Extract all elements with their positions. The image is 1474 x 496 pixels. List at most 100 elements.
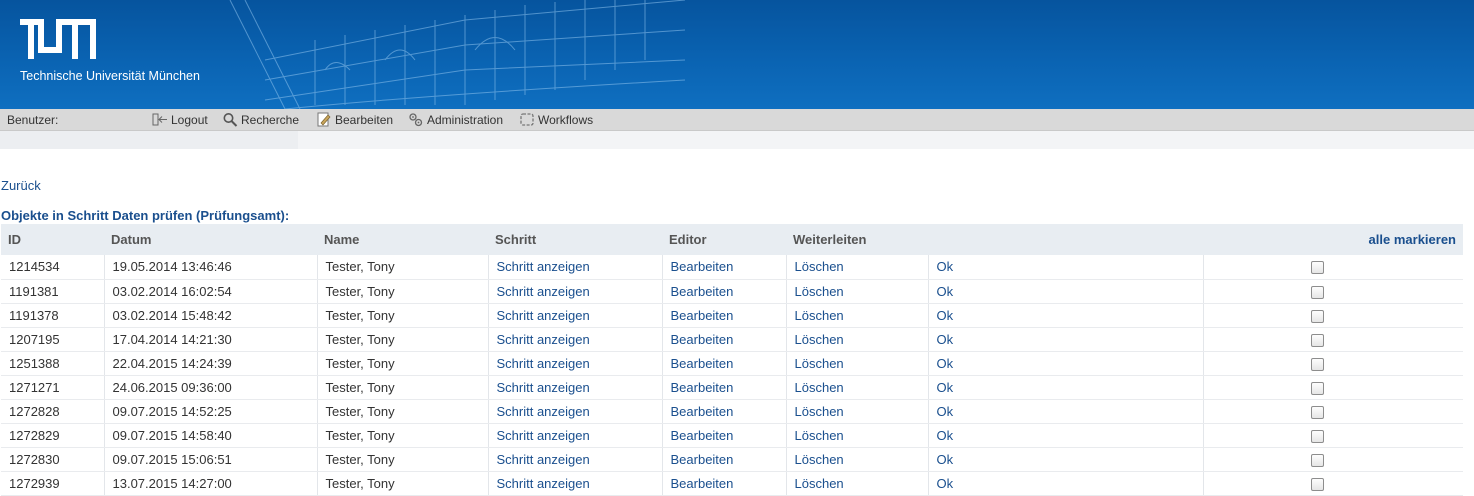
col-header-datum: Datum [104, 224, 317, 255]
table-cell: Tester, Tony [317, 375, 489, 400]
show-step-link[interactable]: Schritt anzeigen [497, 259, 590, 274]
table-row: 1272830 09.07.2015 15:06:51 Tester, Tony Sc… [1, 447, 1463, 472]
cell-id: 1272939 [9, 475, 60, 491]
table-cell: 1272830 [1, 447, 105, 472]
menu-administration[interactable]: Administration [408, 112, 503, 127]
cell-name: Tester, Tony [325, 379, 395, 395]
table-cell [1203, 279, 1463, 304]
back-link[interactable]: Zurück [1, 178, 41, 193]
table-cell [1203, 399, 1463, 424]
ok-link[interactable]: Ok [937, 452, 954, 467]
edit-link[interactable]: Bearbeiten [671, 259, 734, 274]
menu-logout[interactable]: Logout [152, 112, 208, 127]
table-row: 1207195 17.04.2014 14:21:30 Tester, Tony Sc… [1, 327, 1463, 352]
cell-date: 24.06.2015 09:36:00 [112, 379, 232, 395]
table-cell: Ok [928, 255, 1204, 280]
table-row: 1214534 19.05.2014 13:46:46 Tester, Tony Sc… [1, 255, 1463, 280]
table-cell: Bearbeiten [662, 303, 787, 328]
table-cell: Ok [928, 423, 1204, 448]
row-checkbox[interactable] [1310, 261, 1324, 275]
row-checkbox[interactable] [1310, 453, 1324, 467]
edit-link[interactable]: Bearbeiten [671, 476, 734, 491]
edit-link[interactable]: Bearbeiten [671, 356, 734, 371]
search-icon [223, 113, 238, 127]
delete-link[interactable]: Löschen [795, 404, 844, 419]
delete-link[interactable]: Löschen [795, 284, 844, 299]
table-cell [1203, 255, 1463, 280]
row-checkbox[interactable] [1310, 285, 1324, 299]
table-cell: Ok [928, 399, 1204, 424]
table-cell: Bearbeiten [662, 375, 787, 400]
ok-link[interactable]: Ok [937, 308, 954, 323]
table-cell: Tester, Tony [317, 303, 489, 328]
row-checkbox[interactable] [1310, 309, 1324, 323]
show-step-link[interactable]: Schritt anzeigen [497, 404, 590, 419]
table-cell: 1214534 [1, 255, 105, 280]
show-step-link[interactable]: Schritt anzeigen [497, 428, 590, 443]
row-checkbox[interactable] [1310, 333, 1324, 347]
row-checkbox[interactable] [1310, 477, 1324, 491]
table-cell: Bearbeiten [662, 327, 787, 352]
delete-link[interactable]: Löschen [795, 356, 844, 371]
table-cell: 03.02.2014 15:48:42 [104, 303, 318, 328]
edit-link[interactable]: Bearbeiten [671, 380, 734, 395]
menu-bearbeiten[interactable]: Bearbeiten [316, 112, 393, 127]
ok-link[interactable]: Ok [937, 259, 954, 274]
menu-workflows[interactable]: Workflows [519, 112, 593, 127]
delete-link[interactable]: Löschen [795, 452, 844, 467]
delete-link[interactable]: Löschen [795, 332, 844, 347]
delete-link[interactable]: Löschen [795, 476, 844, 491]
admin-icon [409, 113, 423, 127]
cell-date: 09.07.2015 14:52:25 [112, 403, 232, 419]
edit-link[interactable]: Bearbeiten [671, 428, 734, 443]
delete-link[interactable]: Löschen [795, 308, 844, 323]
show-step-link[interactable]: Schritt anzeigen [497, 380, 590, 395]
ok-link[interactable]: Ok [937, 380, 954, 395]
edit-link[interactable]: Bearbeiten [671, 332, 734, 347]
cell-name: Tester, Tony [325, 427, 395, 443]
delete-link[interactable]: Löschen [795, 380, 844, 395]
table-cell: 17.04.2014 14:21:30 [104, 327, 318, 352]
show-step-link[interactable]: Schritt anzeigen [497, 476, 590, 491]
objects-table: ID Datum Name Schritt Editor Weiterleite… [1, 224, 1463, 496]
cell-name: Tester, Tony [325, 331, 395, 347]
table-cell: Schritt anzeigen [488, 471, 663, 496]
table-cell: Löschen [786, 447, 929, 472]
edit-link[interactable]: Bearbeiten [671, 404, 734, 419]
ok-link[interactable]: Ok [937, 284, 954, 299]
show-step-link[interactable]: Schritt anzeigen [497, 452, 590, 467]
mark-all-link[interactable]: alle markieren [1203, 224, 1463, 255]
row-checkbox[interactable] [1310, 429, 1324, 443]
col-header-editor: Editor [662, 224, 786, 255]
delete-link[interactable]: Löschen [795, 259, 844, 274]
table-cell: Schritt anzeigen [488, 303, 663, 328]
table-cell: 1207195 [1, 327, 105, 352]
table-row: 1272829 09.07.2015 14:58:40 Tester, Tony Sc… [1, 423, 1463, 448]
show-step-link[interactable]: Schritt anzeigen [497, 356, 590, 371]
row-checkbox[interactable] [1310, 405, 1324, 419]
table-cell [1203, 327, 1463, 352]
ok-link[interactable]: Ok [937, 332, 954, 347]
show-step-link[interactable]: Schritt anzeigen [497, 332, 590, 347]
ok-link[interactable]: Ok [937, 476, 954, 491]
table-cell: 1251388 [1, 351, 105, 376]
table-cell: Ok [928, 375, 1204, 400]
ok-link[interactable]: Ok [937, 356, 954, 371]
table-cell: Tester, Tony [317, 423, 489, 448]
edit-link[interactable]: Bearbeiten [671, 284, 734, 299]
table-cell: 1272939 [1, 471, 105, 496]
edit-link[interactable]: Bearbeiten [671, 452, 734, 467]
table-cell: Löschen [786, 255, 929, 280]
row-checkbox[interactable] [1310, 381, 1324, 395]
col-header-name: Name [317, 224, 488, 255]
row-checkbox[interactable] [1310, 357, 1324, 371]
show-step-link[interactable]: Schritt anzeigen [497, 308, 590, 323]
show-step-link[interactable]: Schritt anzeigen [497, 284, 590, 299]
edit-link[interactable]: Bearbeiten [671, 308, 734, 323]
ok-link[interactable]: Ok [937, 404, 954, 419]
cell-name: Tester, Tony [325, 451, 395, 467]
ok-link[interactable]: Ok [937, 428, 954, 443]
menu-recherche[interactable]: Recherche [222, 112, 299, 127]
delete-link[interactable]: Löschen [795, 428, 844, 443]
university-name: Technische Universität München [20, 69, 200, 83]
